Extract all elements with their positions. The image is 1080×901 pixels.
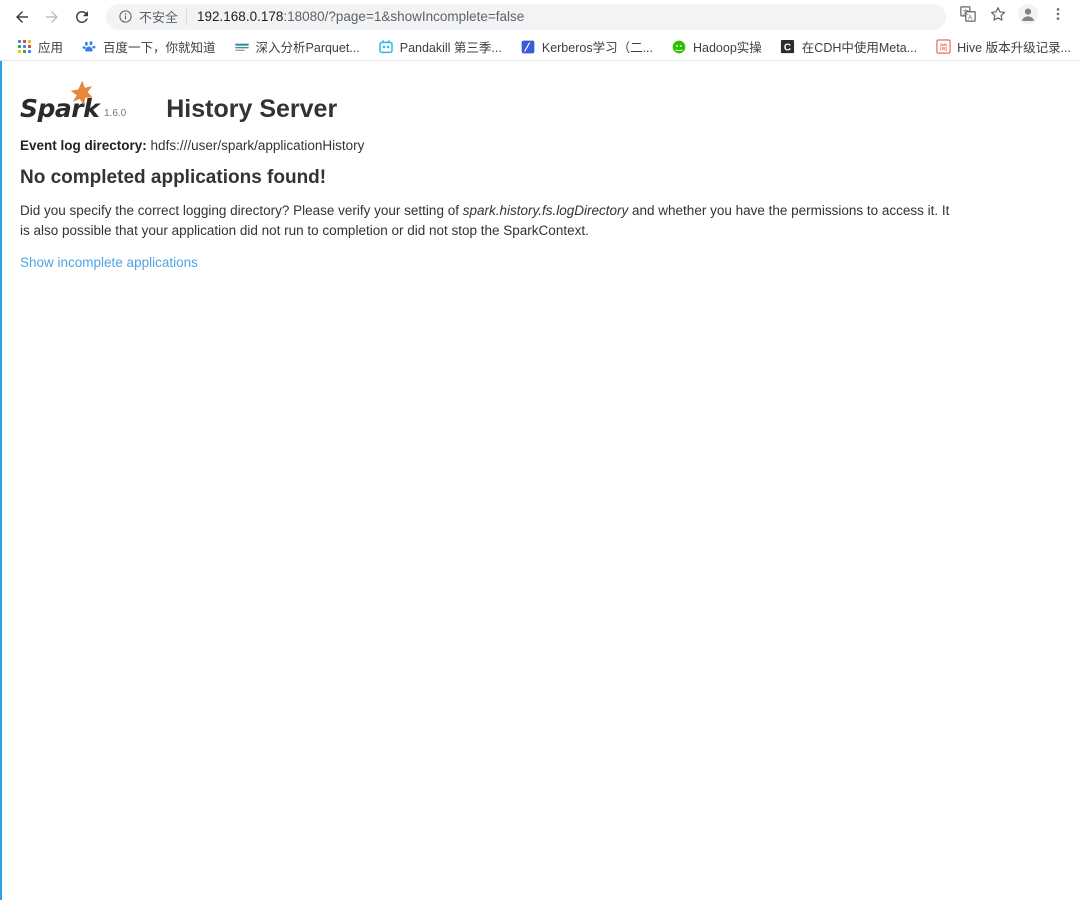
url-path: :18080/?page=1&showIncomplete=false	[283, 9, 525, 24]
bookmark-label: 深入分析Parquet...	[255, 41, 360, 55]
security-status-label: 不安全	[139, 10, 179, 25]
profile-button[interactable]	[1014, 3, 1042, 31]
bookmark-label: Pandakill 第三季...	[399, 41, 502, 55]
page-viewport: Spark 1.6.0 History Server Event log dir…	[0, 61, 1080, 900]
spark-logo-mark: Spark	[20, 79, 100, 123]
cloudera-c-icon: C	[780, 39, 796, 55]
spark-version-label: 1.6.0	[104, 108, 127, 119]
svg-text:C: C	[784, 42, 791, 53]
arrow-left-icon	[13, 8, 31, 26]
wechat-icon	[671, 39, 687, 55]
more-menu-button[interactable]	[1044, 3, 1072, 31]
browser-toolbar: 不安全 192.168.0.178:18080/?page=1&showInco…	[0, 0, 1080, 33]
spark-star-icon	[67, 79, 97, 114]
page-header: Spark 1.6.0 History Server	[20, 75, 1060, 123]
svg-text:简: 简	[939, 42, 947, 52]
bookmark-apps[interactable]: 应用	[10, 36, 69, 58]
event-log-directory-label: Event log directory:	[20, 138, 147, 153]
explanation-text: Did you specify the correct logging dire…	[20, 201, 960, 239]
bookmark-parquet-article[interactable]: 深入分析Parquet...	[228, 36, 366, 58]
url-text: 192.168.0.178:18080/?page=1&showIncomple…	[197, 9, 524, 24]
omnibox-divider	[186, 8, 188, 25]
url-host: 192.168.0.178	[197, 9, 284, 24]
apps-grid-icon	[16, 39, 32, 55]
reload-icon	[73, 8, 91, 26]
event-log-directory-line: Event log directory: hdfs:///user/spark/…	[20, 137, 1060, 155]
more-menu-icon	[1050, 6, 1066, 27]
svg-text:A: A	[968, 14, 973, 21]
reload-button[interactable]	[68, 3, 96, 31]
explanation-part1: Did you specify the correct logging dire…	[20, 203, 463, 219]
show-incomplete-applications-link[interactable]: Show incomplete applications	[20, 255, 198, 270]
bookmark-star-button[interactable]	[984, 3, 1012, 31]
bookmark-hadoop[interactable]: Hadoop实操	[665, 36, 768, 58]
event-log-directory-value: hdfs:///user/spark/applicationHistory	[150, 138, 365, 153]
address-bar[interactable]: 不安全 192.168.0.178:18080/?page=1&showInco…	[106, 3, 946, 30]
bookmark-label: Hive 版本升级记录...	[957, 41, 1071, 55]
bookmarks-bar: 应用 百度一下，你就知道 深入分析Parquet... Pandakill 第三…	[0, 33, 1080, 61]
note-icon	[520, 39, 536, 55]
article-icon	[234, 39, 250, 55]
forward-button[interactable]	[38, 3, 66, 31]
browser-chrome: 不安全 192.168.0.178:18080/?page=1&showInco…	[0, 0, 1080, 61]
arrow-right-icon	[43, 8, 61, 26]
translate-button[interactable]: 文 A	[954, 3, 982, 31]
no-completed-applications-heading: No completed applications found!	[20, 166, 327, 188]
baidu-paw-icon	[81, 39, 97, 55]
translate-icon: 文 A	[959, 5, 977, 28]
bookmark-label: 百度一下，你就知道	[103, 41, 216, 55]
bookmark-baidu[interactable]: 百度一下，你就知道	[75, 36, 222, 58]
bookmark-pandakill[interactable]: Pandakill 第三季...	[372, 36, 508, 58]
jianshu-icon: 简	[935, 39, 951, 55]
avatar-icon	[1017, 3, 1039, 30]
bookmark-label: Kerberos学习（二...	[541, 41, 653, 55]
info-circle-icon[interactable]	[118, 9, 133, 24]
back-button[interactable]	[8, 3, 36, 31]
left-edge-scroll-artifact	[0, 61, 2, 900]
bookmark-cdh-meta[interactable]: C 在CDH中使用Meta...	[774, 36, 923, 58]
spark-logo[interactable]: Spark 1.6.0	[20, 79, 126, 123]
bookmark-hive-upgrade[interactable]: 简 Hive 版本升级记录...	[929, 36, 1077, 58]
panda-icon	[378, 39, 394, 55]
bookmark-kerberos[interactable]: Kerberos学习（二...	[514, 36, 659, 58]
star-icon	[989, 5, 1007, 28]
bookmark-label: 在CDH中使用Meta...	[801, 41, 918, 55]
spark-history-server-page: Spark 1.6.0 History Server Event log dir…	[0, 61, 1080, 272]
page-title: History Server	[166, 95, 338, 123]
bookmark-label: 应用	[38, 41, 64, 55]
bookmark-label: Hadoop实操	[693, 41, 762, 55]
config-key-name: spark.history.fs.logDirectory	[462, 203, 629, 219]
